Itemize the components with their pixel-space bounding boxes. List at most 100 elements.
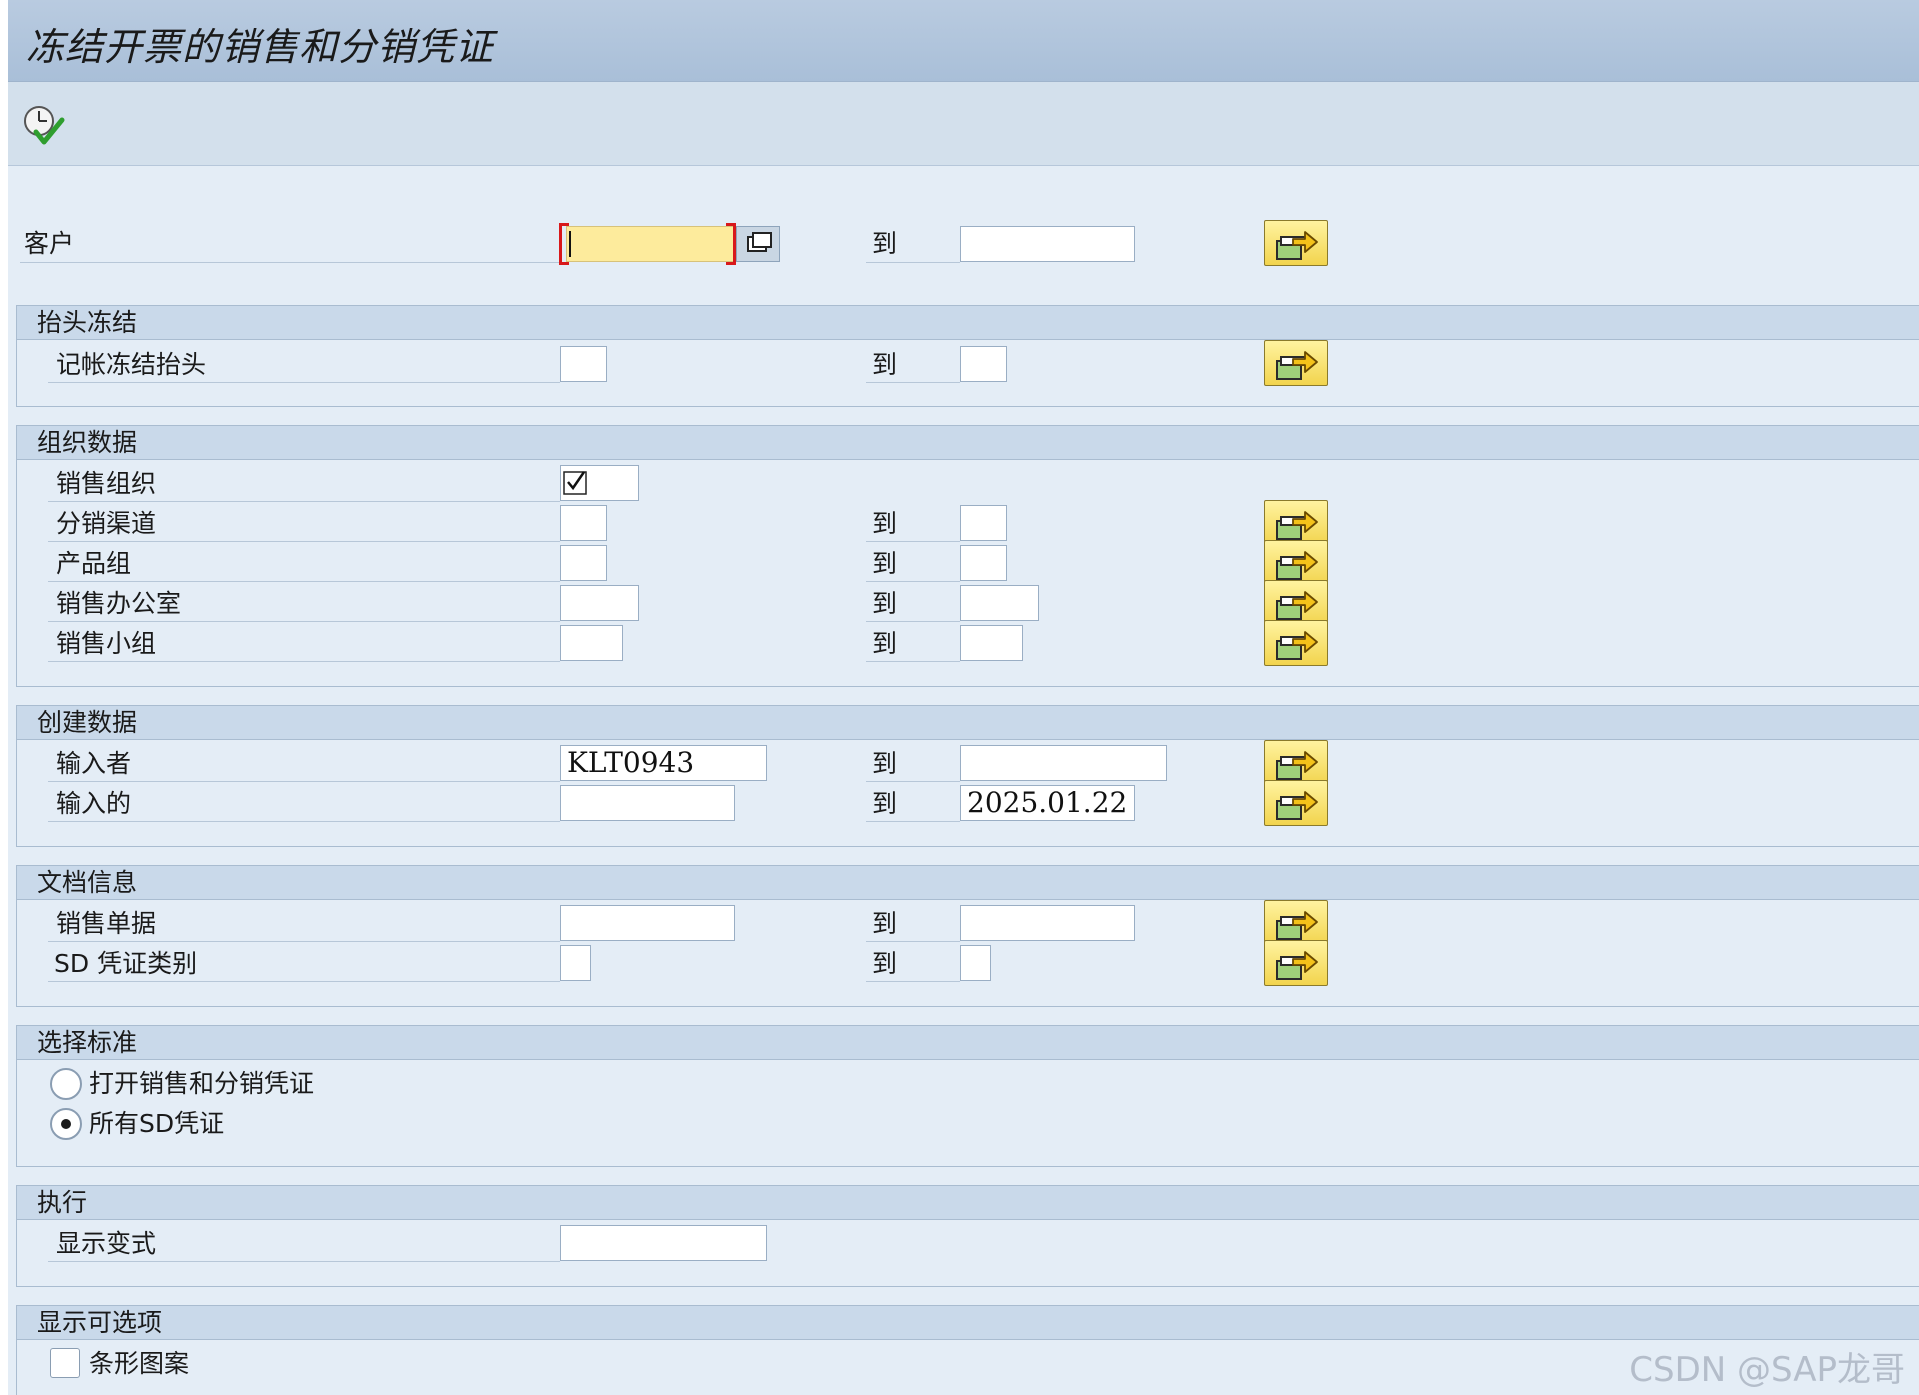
entered-on-to-underline: [866, 821, 960, 822]
sales-group-from-input[interactable]: [560, 625, 623, 661]
posting-block-to-underline: [866, 382, 960, 383]
sales-org-underline: [48, 501, 560, 502]
checked-box-icon: [563, 471, 587, 495]
entered-by-underline: [48, 781, 560, 782]
radio-selected-dot: [61, 1119, 71, 1129]
dist-channel-label: 分销渠道: [56, 509, 157, 538]
sales-group-to-underline: [866, 661, 960, 662]
multiple-copy-button[interactable]: [736, 226, 780, 262]
division-to-input[interactable]: [960, 545, 1007, 581]
bar-chart-label: 条形图案: [89, 1349, 190, 1378]
doc-type-underline: [48, 981, 560, 982]
sales-office-to-label: 到: [872, 589, 898, 618]
entered-by-label: 输入者: [56, 749, 132, 778]
all-docs-radio[interactable]: [50, 1108, 82, 1140]
doc-type-multiple-selection-button[interactable]: [1264, 940, 1328, 986]
sales-doc-to-label: 到: [872, 909, 898, 938]
title-bar: 冻结开票的销售和分销凭证: [8, 0, 1919, 82]
group-execute: 执行: [16, 1185, 1919, 1287]
dist-channel-to-underline: [866, 541, 960, 542]
sales-office-to-underline: [866, 621, 960, 622]
division-underline: [48, 581, 560, 582]
posting-block-underline: [48, 382, 560, 383]
sales-office-underline: [48, 621, 560, 622]
posting-block-from-input[interactable]: [560, 346, 607, 382]
layout-input[interactable]: [560, 1225, 767, 1261]
focus-marker-right: [726, 223, 736, 265]
customer-to-underline: [866, 262, 960, 263]
multiple-selection-arrow-icon: [1276, 231, 1318, 260]
multiple-selection-arrow-icon: [1276, 911, 1318, 940]
entered-on-label: 输入的: [56, 789, 132, 818]
sales-group-label: 销售小组: [56, 629, 157, 658]
doc-type-from-input[interactable]: [560, 945, 591, 981]
customer-label: 客户: [24, 229, 75, 258]
group-header: 创建数据: [17, 706, 1919, 740]
entered-by-from-input[interactable]: KLT0943: [560, 745, 767, 781]
multiple-selection-arrow-icon: [1276, 631, 1318, 660]
customer-from-input[interactable]: [566, 226, 736, 262]
dist-channel-from-input[interactable]: [560, 505, 607, 541]
entered-on-to-input[interactable]: 2025.01.22: [960, 785, 1135, 821]
watermark: CSDN @SAP龙哥: [1629, 1350, 1905, 1390]
group-title: 创建数据: [37, 708, 138, 737]
group-title: 选择标准: [37, 1028, 138, 1057]
posting-block-label: 记帐冻结抬头: [56, 350, 207, 379]
entered-on-multiple-selection-button[interactable]: [1264, 780, 1328, 826]
entered-on-underline: [48, 821, 560, 822]
entered-by-to-underline: [866, 781, 960, 782]
dist-channel-to-input[interactable]: [960, 505, 1007, 541]
group-header: 执行: [17, 1186, 1919, 1220]
copy-windows-icon: [747, 232, 772, 252]
division-to-label: 到: [872, 549, 898, 578]
sales-org-label: 销售组织: [56, 469, 157, 498]
open-docs-label: 打开销售和分销凭证: [89, 1069, 315, 1098]
doc-type-to-input[interactable]: [960, 945, 991, 981]
posting-block-to-input[interactable]: [960, 346, 1007, 382]
group-header: 组织数据: [17, 426, 1919, 460]
execute-clock-icon[interactable]: [20, 102, 66, 148]
doc-type-label: SD 凭证类别: [54, 949, 198, 978]
left-edge: [0, 0, 8, 1395]
posting-block-multiple-selection-button[interactable]: [1264, 340, 1328, 386]
multiple-selection-arrow-icon: [1276, 351, 1318, 380]
page-title: 冻结开票的销售和分销凭证: [26, 25, 495, 69]
sales-office-to-input[interactable]: [960, 585, 1039, 621]
sales-org-input[interactable]: [560, 465, 639, 501]
sales-office-from-input[interactable]: [560, 585, 639, 621]
group-title: 执行: [37, 1188, 88, 1217]
multiple-selection-arrow-icon: [1276, 511, 1318, 540]
group-header: 显示可选项: [17, 1306, 1919, 1340]
entered-on-to-label: 到: [872, 789, 898, 818]
group-header: 文档信息: [17, 866, 1919, 900]
layout-underline: [48, 1261, 560, 1262]
division-label: 产品组: [56, 549, 132, 578]
entered-on-from-input[interactable]: [560, 785, 735, 821]
dist-channel-to-label: 到: [872, 509, 898, 538]
division-from-input[interactable]: [560, 545, 607, 581]
focus-marker-left: [559, 223, 569, 265]
multiple-selection-arrow-icon: [1276, 591, 1318, 620]
all-docs-label: 所有SD凭证: [89, 1109, 225, 1138]
open-docs-radio[interactable]: [50, 1068, 82, 1100]
bar-chart-checkbox[interactable]: [50, 1348, 80, 1378]
sales-doc-to-input[interactable]: [960, 905, 1135, 941]
posting-block-to-label: 到: [872, 350, 898, 379]
sales-group-multiple-selection-button[interactable]: [1264, 620, 1328, 666]
dist-channel-underline: [48, 541, 560, 542]
sales-doc-from-input[interactable]: [560, 905, 735, 941]
sales-group-to-input[interactable]: [960, 625, 1023, 661]
doc-type-to-label: 到: [872, 949, 898, 978]
sales-doc-label: 销售单据: [56, 909, 157, 938]
customer-multiple-selection-button[interactable]: [1264, 220, 1328, 266]
entered-by-to-label: 到: [872, 749, 898, 778]
entered-by-to-input[interactable]: [960, 745, 1167, 781]
application-toolbar: [8, 82, 1919, 166]
sales-doc-underline: [48, 941, 560, 942]
layout-label: 显示变式: [56, 1229, 157, 1258]
sales-group-underline: [48, 661, 560, 662]
text-caret: [569, 231, 571, 257]
customer-to-input[interactable]: [960, 226, 1135, 262]
customer-to-label: 到: [872, 229, 898, 258]
group-title: 文档信息: [37, 868, 138, 897]
